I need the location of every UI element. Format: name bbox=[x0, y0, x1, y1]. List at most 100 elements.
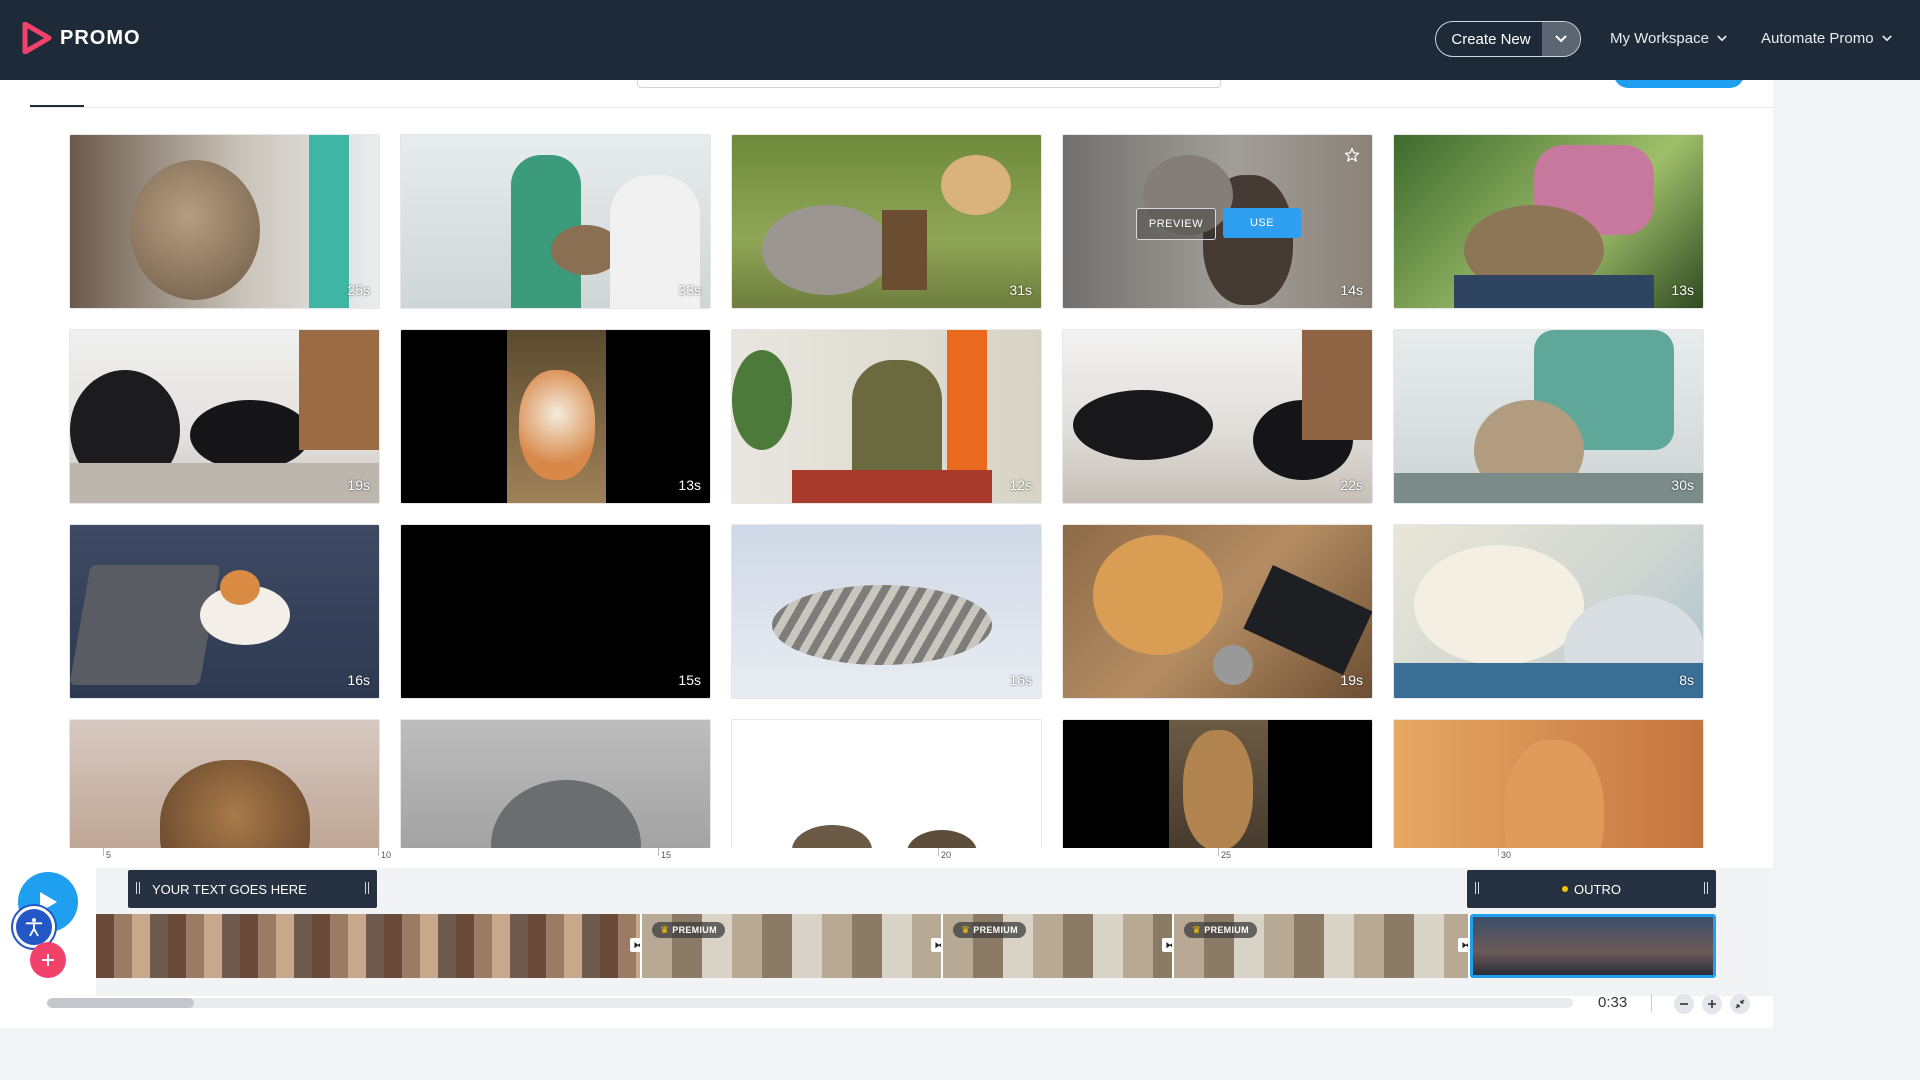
video-thumbnail[interactable]: 15s bbox=[400, 524, 711, 699]
zoom-divider bbox=[1651, 994, 1652, 1012]
duration-label: 30s bbox=[1671, 477, 1694, 493]
tabs-divider bbox=[30, 107, 1773, 108]
chevron-down-icon bbox=[1881, 35, 1892, 42]
outro-right-handle[interactable] bbox=[1704, 882, 1708, 894]
video-thumbnail[interactable]: PREVIEW USE 14s bbox=[1062, 134, 1373, 309]
timeline-ruler: 5 10 15 20 25 30 bbox=[96, 848, 1773, 868]
text-layer-right-handle[interactable] bbox=[365, 882, 369, 894]
duration-label: 19s bbox=[347, 477, 370, 493]
duration-label: 33s bbox=[678, 282, 701, 298]
video-thumbnail[interactable] bbox=[1393, 719, 1704, 848]
duration-label: 15s bbox=[678, 672, 701, 688]
video-clip[interactable]: ♛ PREMIUM ⧓ bbox=[642, 914, 943, 978]
duration-label: 14s bbox=[1340, 282, 1363, 298]
premium-label: PREMIUM bbox=[1204, 925, 1249, 935]
preview-button[interactable]: PREVIEW bbox=[1136, 208, 1216, 240]
video-thumbnail[interactable]: 12s bbox=[731, 329, 1042, 504]
fit-timeline-button[interactable] bbox=[1730, 994, 1750, 1014]
zoom-in-button[interactable] bbox=[1702, 994, 1722, 1014]
video-track: ⧓ ♛ PREMIUM ⧓ ♛ PREMIUM ⧓ ♛ PREMIUM ⧓ bbox=[96, 914, 1716, 978]
upload-button[interactable] bbox=[1614, 80, 1744, 88]
crown-icon: ♛ bbox=[961, 924, 971, 936]
video-thumbnail[interactable]: 25s bbox=[69, 134, 380, 309]
outro-status-dot bbox=[1562, 886, 1569, 892]
hover-overlay bbox=[1063, 135, 1372, 308]
accessibility-icon bbox=[25, 918, 43, 937]
text-layer-left-handle[interactable] bbox=[136, 882, 140, 894]
video-thumbnail[interactable]: 8s bbox=[1393, 524, 1704, 699]
duration-label: 13s bbox=[678, 477, 701, 493]
outro-label: OUTRO bbox=[1574, 881, 1621, 897]
collapse-arrows-icon bbox=[1735, 999, 1745, 1009]
duration-label: 31s bbox=[1009, 282, 1032, 298]
video-thumbnail[interactable] bbox=[69, 719, 380, 848]
duration-label: 16s bbox=[1009, 672, 1032, 688]
ruler-tick: 10 bbox=[377, 848, 392, 860]
video-thumbnail[interactable]: 33s bbox=[400, 134, 711, 309]
my-workspace-menu[interactable]: My Workspace bbox=[1610, 30, 1727, 47]
automate-promo-label: Automate Promo bbox=[1761, 30, 1874, 47]
outro-left-handle[interactable] bbox=[1475, 882, 1479, 894]
ruler-tick: 25 bbox=[1217, 848, 1232, 860]
logo-text: PROMO bbox=[60, 26, 141, 49]
outro-clip[interactable]: OUTRO bbox=[1467, 870, 1716, 908]
crown-icon: ♛ bbox=[1192, 924, 1202, 936]
video-clip[interactable]: ♛ PREMIUM ⧓ bbox=[1174, 914, 1470, 978]
video-grid: 25s 33s 31s PREVIEW USE 14s 13s 19s 13s 12s 22s 30s… bbox=[69, 134, 1704, 848]
ruler-tick: 5 bbox=[102, 848, 112, 860]
video-thumbnail[interactable]: 16s bbox=[69, 524, 380, 699]
text-layer-clip[interactable]: YOUR TEXT GOES HERE bbox=[128, 870, 377, 908]
video-clip[interactable]: ⧓ bbox=[96, 914, 642, 978]
chevron-down-icon bbox=[1717, 35, 1727, 42]
video-thumbnail[interactable] bbox=[400, 719, 711, 848]
video-thumbnail[interactable]: 13s bbox=[400, 329, 711, 504]
premium-label: PREMIUM bbox=[973, 925, 1018, 935]
use-button[interactable]: USE bbox=[1223, 208, 1301, 238]
create-new-button[interactable]: Create New bbox=[1435, 21, 1581, 57]
promo-logo-icon bbox=[22, 22, 52, 54]
duration-label: 19s bbox=[1340, 672, 1363, 688]
duration-label: 13s bbox=[1671, 282, 1694, 298]
create-new-dropdown-toggle[interactable] bbox=[1542, 22, 1580, 56]
favorite-star-icon[interactable] bbox=[1344, 147, 1360, 168]
duration-label: 16s bbox=[347, 672, 370, 688]
transition-icon[interactable]: ⧓ bbox=[630, 938, 640, 952]
transition-icon[interactable]: ⧓ bbox=[1162, 938, 1172, 952]
video-thumbnail[interactable]: 19s bbox=[1062, 524, 1373, 699]
duration-label: 25s bbox=[347, 282, 370, 298]
automate-promo-menu[interactable]: Automate Promo bbox=[1761, 30, 1892, 47]
duration-label: 8s bbox=[1679, 672, 1694, 688]
video-thumbnail[interactable]: 22s bbox=[1062, 329, 1373, 504]
video-thumbnail[interactable] bbox=[1062, 719, 1373, 848]
search-input[interactable] bbox=[637, 80, 1221, 88]
minus-icon bbox=[1680, 1003, 1688, 1005]
premium-badge: ♛ PREMIUM bbox=[1184, 922, 1257, 938]
timeline-editor: 5 10 15 20 25 30 YOUR TEXT GOES HERE OUTRO ⧓ ♛… bbox=[0, 848, 1773, 1028]
text-layer-label: YOUR TEXT GOES HERE bbox=[152, 881, 307, 897]
video-clip[interactable] bbox=[1470, 914, 1716, 978]
video-thumbnail[interactable]: 31s bbox=[731, 134, 1042, 309]
promo-logo[interactable]: PROMO bbox=[22, 22, 141, 54]
timeline-scrollbar[interactable] bbox=[47, 998, 1573, 1008]
crown-icon: ♛ bbox=[660, 924, 670, 936]
media-library-panel: 25s 33s 31s PREVIEW USE 14s 13s 19s 13s 12s 22s 30s… bbox=[0, 80, 1773, 848]
timeline-scrollbar-thumb[interactable] bbox=[47, 998, 194, 1008]
plus-icon bbox=[1708, 1000, 1716, 1008]
video-thumbnail[interactable]: 13s bbox=[1393, 134, 1704, 309]
active-tab-indicator bbox=[30, 105, 84, 107]
video-clip[interactable]: ♛ PREMIUM ⧓ bbox=[943, 914, 1174, 978]
duration-label: 12s bbox=[1009, 477, 1032, 493]
premium-label: PREMIUM bbox=[672, 925, 717, 935]
my-workspace-label: My Workspace bbox=[1610, 30, 1709, 47]
transition-icon[interactable]: ⧓ bbox=[931, 938, 941, 952]
video-thumbnail[interactable]: 19s bbox=[69, 329, 380, 504]
video-thumbnail[interactable] bbox=[731, 719, 1042, 848]
transition-icon[interactable]: ⧓ bbox=[1458, 938, 1468, 952]
video-thumbnail[interactable]: 30s bbox=[1393, 329, 1704, 504]
chevron-down-icon bbox=[1555, 35, 1567, 43]
premium-badge: ♛ PREMIUM bbox=[652, 922, 725, 938]
add-button[interactable] bbox=[30, 942, 66, 978]
create-new-label: Create New bbox=[1451, 30, 1531, 48]
video-thumbnail[interactable]: 16s bbox=[731, 524, 1042, 699]
zoom-out-button[interactable] bbox=[1674, 994, 1694, 1014]
